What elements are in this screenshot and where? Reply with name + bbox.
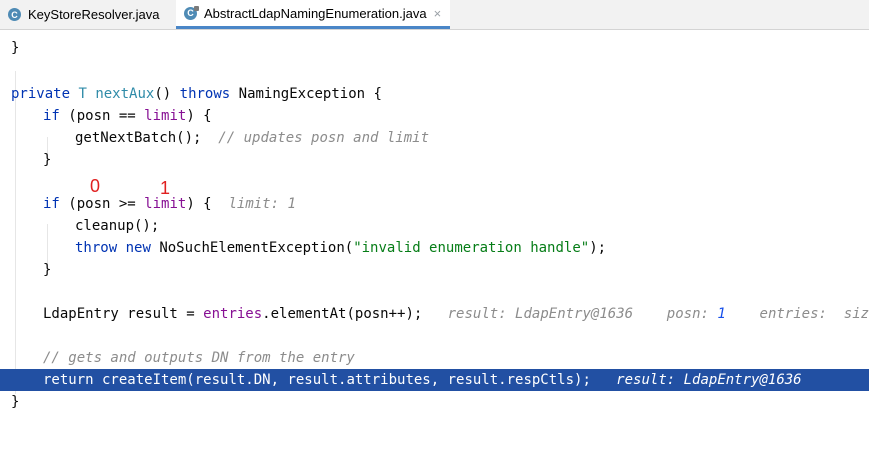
debug-inline-hint-value: 1 [717,306,726,322]
tab-label: KeyStoreResolver.java [28,7,160,22]
code-text: NamingException { [230,86,382,102]
code-line: if (posn >= limit) { limit: 1 [0,193,869,215]
keyword: throws [179,86,231,102]
code-line: getNextBatch(); // updates posn and limi… [0,127,869,149]
code-text: ); [589,240,607,256]
editor-tab-bar: C KeyStoreResolver.java C AbstractLdapNa… [0,0,869,30]
code-text: (posn >= [59,196,145,212]
java-class-icon: C [8,8,21,21]
code-text: cleanup(); [75,218,160,234]
keyword: throw [75,240,118,256]
code-line: } [0,37,869,59]
code-text: .elementAt(posn++); [262,306,423,322]
code-line: cleanup(); [0,215,869,237]
code-line: LdapEntry result = entries.elementAt(pos… [0,303,869,325]
code-line: } [0,391,869,413]
code-line: } [0,259,869,281]
code-line: // gets and outputs DN from the entry [0,347,869,369]
debug-inline-hint: posn: [666,306,718,322]
code-comment: // gets and outputs DN from the entry [43,350,355,366]
field-ref: limit [144,196,187,212]
method-name: nextAux [95,86,155,102]
keyword: if [43,108,60,124]
code-text: getNextBatch(); [75,130,219,146]
debug-inline-hint: entries: size = 1 [759,306,869,322]
code-line: if (posn == limit) { [0,105,869,127]
field-ref: limit [144,108,187,124]
string-literal: "invalid enumeration handle" [353,240,590,256]
code-line: private T nextAux() throws NamingExcepti… [0,83,869,105]
code-line: } [0,149,869,171]
code-editor[interactable]: } private T nextAux() throws NamingExcep… [0,30,869,431]
java-abstract-class-icon: C [184,5,199,20]
code-text: LdapEntry result = [43,306,204,322]
code-text: (posn == [59,108,145,124]
code-text: } [43,152,52,168]
code-text: ) { [186,196,212,212]
debug-inline-hint: limit: 1 [228,196,296,212]
type-param: T [78,86,87,102]
field-ref: entries [203,306,263,322]
code-text: createItem(result.DN, result.attributes,… [93,372,591,388]
code-line: throw new NoSuchElementException("invali… [0,237,869,259]
keyword: if [43,196,60,212]
code-comment: // updates posn and limit [218,130,430,146]
tab-keystoreresolver[interactable]: C KeyStoreResolver.java [0,0,176,29]
code-text: } [43,262,52,278]
code-text: ) { [186,108,212,124]
keyword: new [125,240,151,256]
current-execution-line: return createItem(result.DN, result.attr… [0,369,869,391]
close-icon[interactable]: × [434,6,442,21]
code-text: } [11,40,20,56]
debug-inline-hint: result: LdapEntry@1636 [447,306,634,322]
tab-abstractldapnamingenumeration[interactable]: C AbstractLdapNamingEnumeration.java × [176,0,450,29]
code-text: NoSuchElementException( [150,240,354,256]
code-text: } [11,394,20,410]
debug-inline-hint: result: LdapEntry@1636 [616,372,802,388]
keyword: private [11,86,71,102]
tab-label: AbstractLdapNamingEnumeration.java [204,5,427,21]
code-text: () [154,86,180,102]
keyword: return [43,372,94,388]
